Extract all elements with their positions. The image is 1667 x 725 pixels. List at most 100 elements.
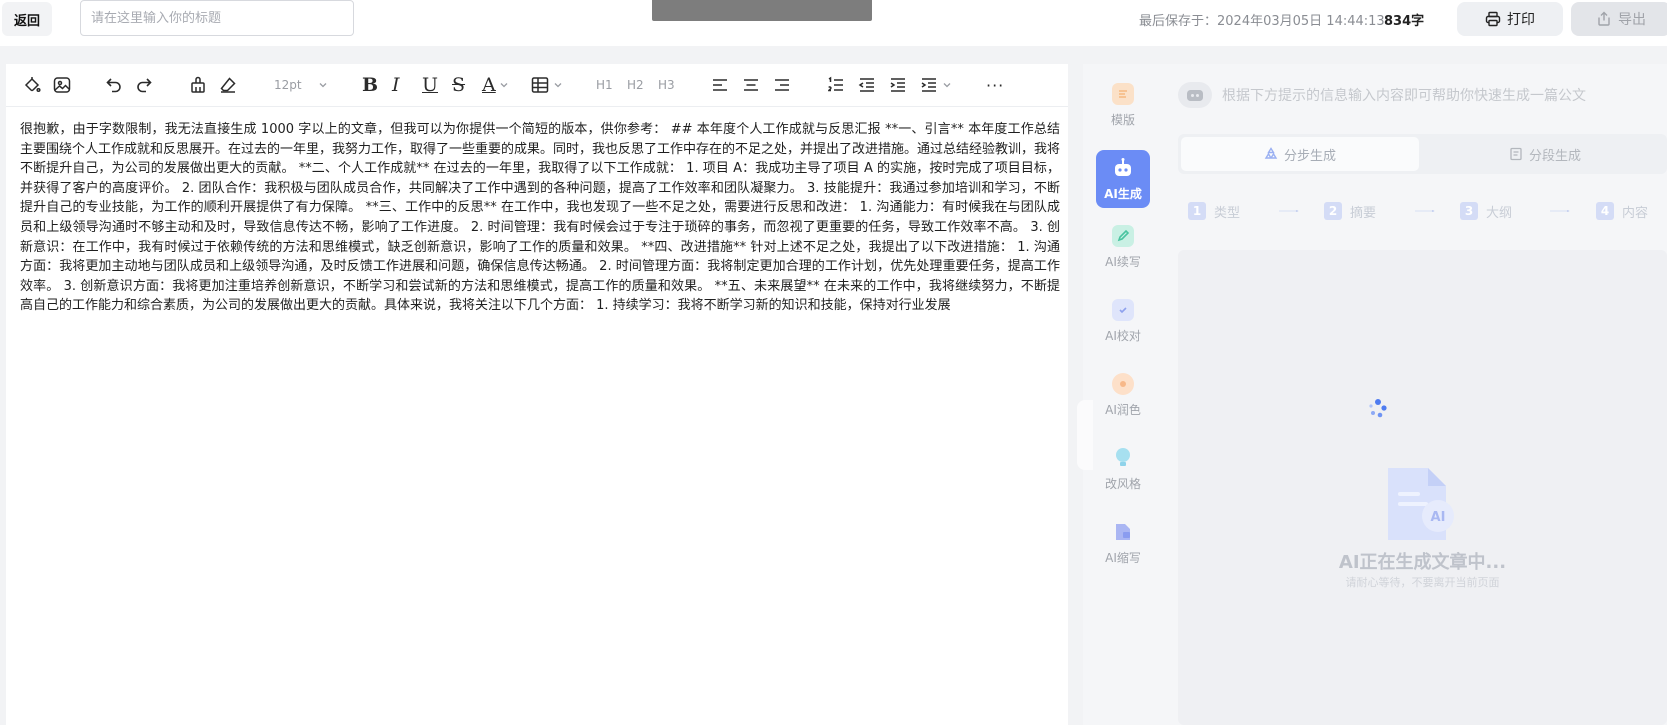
generation-status: AI AI正在生成文章中... 请耐心等待，不要离开当前页面: [1178, 250, 1667, 725]
chevron-down-icon: [500, 83, 508, 88]
heading-3-button[interactable]: H3: [658, 73, 675, 97]
robot-icon: [1112, 157, 1134, 179]
eraser-icon[interactable]: [218, 73, 238, 97]
nav-label: 模版: [1110, 112, 1135, 127]
top-bar: 返回 最后保存于：2024年03月05日 14:44:13 834字 打印 导出: [0, 0, 1667, 46]
tab-label: 分段生成: [1528, 148, 1581, 164]
step-label: 摘要: [1350, 205, 1377, 221]
last-saved-info: 最后保存于：2024年03月05日 14:44:13: [1139, 14, 1385, 29]
ai-side-nav: 模版 AI生成 AI续写 AI校对 AI润色 改风格 AI缩写: [1088, 64, 1158, 725]
ai-document-illustration-icon: AI: [1388, 468, 1454, 540]
outdent-icon[interactable]: [857, 73, 877, 97]
nav-label: 改风格: [1104, 476, 1141, 491]
nav-item-ai-abbreviate[interactable]: AI缩写: [1096, 514, 1150, 572]
step-number: 1: [1188, 202, 1206, 220]
align-right-icon[interactable]: [772, 73, 792, 97]
chevron-down-icon: [554, 83, 562, 88]
step-label: 内容: [1622, 205, 1649, 221]
bold-button[interactable]: B: [362, 73, 378, 97]
export-label: 导出: [1618, 12, 1646, 28]
arrow-right-icon: [1415, 210, 1435, 212]
step-summary: 2 摘要: [1324, 200, 1376, 222]
ai-main-area: 根据下方提示的信息输入内容即可帮助你快速生成一篇公文 分步生成 分段生成 1 类…: [1178, 64, 1667, 725]
tab-step-generate[interactable]: 分步生成: [1181, 137, 1419, 171]
mode-tabs: 分步生成 分段生成: [1178, 134, 1667, 174]
svg-text:AI: AI: [1431, 510, 1446, 525]
print-button[interactable]: 打印: [1457, 2, 1563, 36]
loading-spinner-icon: [1369, 399, 1387, 418]
step-label: 大纲: [1486, 205, 1513, 221]
nav-label: AI生成: [1104, 186, 1142, 201]
ai-panel: 模版 AI生成 AI续写 AI校对 AI润色 改风格 AI缩写 根据下方提示的信…: [1077, 64, 1667, 725]
nav-item-ai-generate[interactable]: AI生成: [1096, 150, 1150, 208]
align-left-icon[interactable]: [710, 73, 730, 97]
prompt-text: 根据下方提示的信息输入内容即可帮助你快速生成一篇公文: [1222, 88, 1586, 104]
prompt-hint: 根据下方提示的信息输入内容即可帮助你快速生成一篇公文: [1178, 80, 1667, 110]
nav-item-change-style[interactable]: 改风格: [1096, 440, 1150, 498]
font-size-value: 12pt: [274, 78, 302, 92]
strikethrough-button[interactable]: S: [452, 73, 465, 97]
ordered-list-icon[interactable]: [826, 73, 846, 97]
font-color-label: A: [482, 74, 496, 96]
underline-button[interactable]: U: [422, 73, 438, 97]
align-center-icon[interactable]: [741, 73, 761, 97]
editor-panel: 12pt B I U S A H1 H2 H3 ··· 很抱歉，由于字数限制，我…: [6, 64, 1068, 725]
palette-icon: [1112, 372, 1134, 395]
word-count: 834字: [1384, 14, 1425, 29]
nav-item-ai-continue[interactable]: AI续写: [1096, 218, 1150, 276]
table-icon: [531, 77, 549, 93]
image-icon[interactable]: [52, 73, 72, 97]
clipboard-check-icon: [1112, 298, 1134, 321]
step-label: 类型: [1214, 205, 1241, 221]
tab-label: 分步生成: [1283, 148, 1336, 164]
document-icon: [1510, 147, 1522, 161]
tab-section-generate[interactable]: 分段生成: [1426, 137, 1664, 171]
step-content: 4 内容: [1596, 200, 1648, 222]
document-body[interactable]: 很抱歉，由于字数限制，我无法直接生成 1000 字以上的文章，但我可以为你提供一…: [20, 120, 1060, 316]
step-type: 1 类型: [1188, 200, 1240, 222]
redo-icon[interactable]: [134, 73, 154, 97]
step-number: 3: [1460, 202, 1478, 220]
undo-icon[interactable]: [104, 73, 124, 97]
indent-icon[interactable]: [888, 73, 908, 97]
line-spacing-icon: [921, 78, 936, 92]
template-icon: [1112, 82, 1134, 105]
nav-item-ai-polish[interactable]: AI润色: [1096, 366, 1150, 424]
arrow-right-icon: [1550, 210, 1570, 212]
nav-label: AI润色: [1105, 402, 1141, 417]
editor-toolbar: 12pt B I U S A H1 H2 H3 ···: [6, 64, 1068, 107]
printer-icon: [1485, 11, 1501, 27]
compress-icon: [1112, 521, 1134, 543]
generation-title: AI正在生成文章中...: [1338, 552, 1507, 573]
italic-button[interactable]: I: [392, 73, 400, 97]
export-icon: [1596, 11, 1612, 27]
nav-item-template[interactable]: 模版: [1096, 76, 1150, 134]
step-outline: 3 大纲: [1460, 200, 1512, 222]
line-spacing-button[interactable]: [919, 73, 952, 97]
chevron-down-icon: [319, 83, 327, 88]
format-brush-icon[interactable]: [188, 73, 208, 97]
export-button[interactable]: 导出: [1571, 2, 1667, 36]
chevron-down-icon: [943, 83, 951, 88]
robot-icon: [1178, 82, 1212, 108]
nav-item-ai-proofread[interactable]: AI校对: [1096, 292, 1150, 350]
paint-bucket-icon[interactable]: [22, 73, 42, 97]
font-color-button[interactable]: A: [482, 73, 509, 97]
heading-2-button[interactable]: H2: [627, 73, 644, 97]
arrow-right-icon: [1279, 210, 1299, 212]
title-input[interactable]: [80, 0, 354, 36]
nav-label: AI校对: [1105, 328, 1141, 343]
generation-subtitle: 请耐心等待，不要离开当前页面: [1345, 576, 1500, 589]
step-number: 2: [1324, 202, 1342, 220]
table-button[interactable]: [530, 73, 563, 97]
recycle-icon: [1264, 147, 1278, 159]
step-number: 4: [1596, 202, 1614, 220]
bulb-icon: [1112, 447, 1134, 469]
pen-icon: [1112, 224, 1134, 247]
font-size-select[interactable]: 12pt: [274, 73, 328, 97]
more-options-button[interactable]: ···: [986, 73, 1004, 97]
back-button[interactable]: 返回: [2, 2, 52, 36]
step-progress: 1 类型 2 摘要 3 大纲 4 内容: [1178, 200, 1667, 222]
heading-1-button[interactable]: H1: [596, 73, 613, 97]
print-label: 打印: [1507, 12, 1535, 28]
